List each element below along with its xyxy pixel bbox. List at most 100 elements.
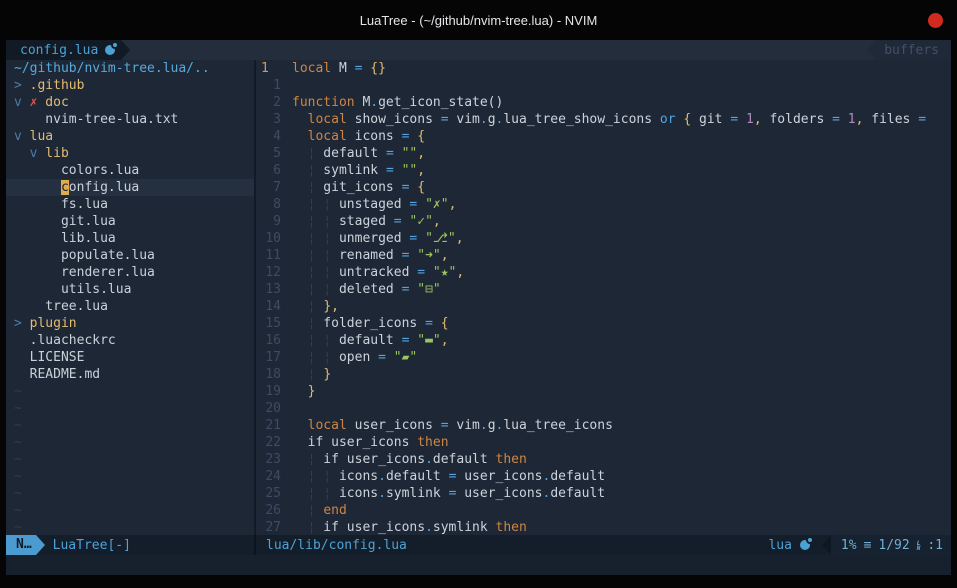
text-segment: . [378,469,386,484]
code-line[interactable]: 21 local user_icons = vim.g.lua_tree_ico… [256,417,951,434]
code-line[interactable]: 2function M.get_icon_state() [256,94,951,111]
text-segment: folders [762,112,832,127]
code-line[interactable]: 8 ¦ ¦ unstaged = "✗", [256,196,951,213]
text-segment [292,384,308,399]
text-segment: ~ [14,452,22,467]
code-line[interactable]: 11 ¦ ¦ renamed = "➜", [256,247,951,264]
text-segment: get_icon_state() [378,95,503,110]
text-segment: default [550,469,605,484]
close-button[interactable] [928,13,943,28]
code-line[interactable]: 4 local icons = { [256,128,951,145]
tree-row[interactable]: lib.lua [6,230,254,247]
tree-row[interactable]: v ✗ doc [6,94,254,111]
code-line[interactable]: 18 ¦ } [256,366,951,383]
position-indicator: 1/92 [878,538,909,553]
tab-config-lua[interactable]: config.lua [6,40,121,60]
empty-line-tilde: ~ [6,383,254,400]
text-segment: fs.lua [14,197,108,212]
text-segment: , [417,146,425,161]
tree-row[interactable]: tree.lua [6,298,254,315]
text-segment: vim [449,112,480,127]
text-segment: user_icons [347,418,441,433]
code-line[interactable]: 20 [256,400,951,417]
text-segment: = [417,265,425,280]
code-line[interactable]: 14 ¦ }, [256,298,951,315]
tree-row[interactable]: git.lua [6,213,254,230]
tree-row[interactable]: colors.lua [6,162,254,179]
tree-row[interactable]: populate.lua [6,247,254,264]
text-segment: ~ [14,418,22,433]
text-segment: staged [331,214,394,229]
tree-row[interactable]: v lua [6,128,254,145]
code-line[interactable]: 24 ¦ ¦ icons.default = user_icons.defaul… [256,468,951,485]
mode-badge: N… [6,535,36,555]
code-line[interactable]: 9 ¦ ¦ staged = "✓", [256,213,951,230]
code-line[interactable]: 23 ¦ if user_icons.default then [256,451,951,468]
text-segment: "✗" [425,197,448,212]
code-line[interactable]: 27 ¦ if user_icons.symlink then [256,519,951,535]
command-line[interactable] [6,555,951,575]
text-segment: g [488,418,496,433]
tree-row[interactable]: renderer.lua [6,264,254,281]
text-segment [386,350,394,365]
text-segment: lua_tree_icons [503,418,613,433]
tree-row[interactable]: utils.lua [6,281,254,298]
text-segment: if user_icons [315,452,425,467]
text-segment: ~ [14,503,22,518]
tree-row[interactable]: v lib [6,145,254,162]
code-text: local M = {} [288,60,386,77]
line-number: 1 [256,77,288,94]
text-segment: icons [331,486,378,501]
code-line[interactable]: 17 ¦ ¦ open = "▰" [256,349,951,366]
text-segment: tree.lua [14,299,108,314]
text-segment: , [417,163,425,178]
code-line[interactable]: 1local M = {} [256,60,951,77]
code-line[interactable]: 7 ¦ git_icons = { [256,179,951,196]
code-line[interactable]: 22 if user_icons then [256,434,951,451]
text-segment [292,418,308,433]
code-line[interactable]: 10 ¦ ¦ unmerged = "⎇", [256,230,951,247]
code-line[interactable]: 15 ¦ folder_icons = { [256,315,951,332]
line-number: 18 [256,366,288,383]
text-segment: , [441,248,449,263]
code-line[interactable]: 3 local show_icons = vim.g.lua_tree_show… [256,111,951,128]
tree-row[interactable]: LICENSE [6,349,254,366]
tree-row[interactable]: ~/github/nvim-tree.lua/.. [6,60,254,77]
line-number: 12 [256,264,288,281]
powerline-arrow-icon [36,535,45,555]
text-segment: end [323,503,346,518]
filetype-label: lua [768,538,809,553]
tree-row[interactable]: .luacheckrc [6,332,254,349]
code-line[interactable]: 19 } [256,383,951,400]
code-line[interactable]: 25 ¦ ¦ icons.symlink = user_icons.defaul… [256,485,951,502]
text-segment [292,350,308,365]
code-text: ¦ end [288,502,347,519]
code-line[interactable]: 6 ¦ symlink = "", [256,162,951,179]
tab-buffers[interactable]: buffers [876,40,951,60]
code-line[interactable]: 26 ¦ end [256,502,951,519]
code-text: ¦ folder_icons = { [288,315,449,332]
text-segment: files [863,112,918,127]
code-line[interactable]: 12 ¦ ¦ untracked = "★", [256,264,951,281]
text-segment: user_icons [456,486,542,501]
text-segment: onfig.lua [69,180,139,195]
tree-row[interactable]: README.md [6,366,254,383]
tree-row[interactable]: config.lua [6,179,254,196]
text-segment [394,146,402,161]
code-line[interactable]: 16 ¦ ¦ default = "▬", [256,332,951,349]
empty-line-tilde: ~ [6,451,254,468]
tree-row[interactable]: > plugin [6,315,254,332]
code-text: } [288,383,315,400]
code-line[interactable]: 1 [256,77,951,94]
empty-line-tilde: ~ [6,468,254,485]
tree-row[interactable]: nvim-tree-lua.txt [6,111,254,128]
code-line[interactable]: 13 ¦ ¦ deleted = "⊟" [256,281,951,298]
text-segment: "★" [433,265,456,280]
tree-row[interactable]: > .github [6,77,254,94]
statusline-info: 1% ≡ 1/92 LN :1 [831,535,951,555]
tree-row[interactable]: fs.lua [6,196,254,213]
text-segment [292,248,308,263]
code-line[interactable]: 5 ¦ default = "", [256,145,951,162]
text-segment: default [315,146,385,161]
text-segment: README.md [14,367,100,382]
